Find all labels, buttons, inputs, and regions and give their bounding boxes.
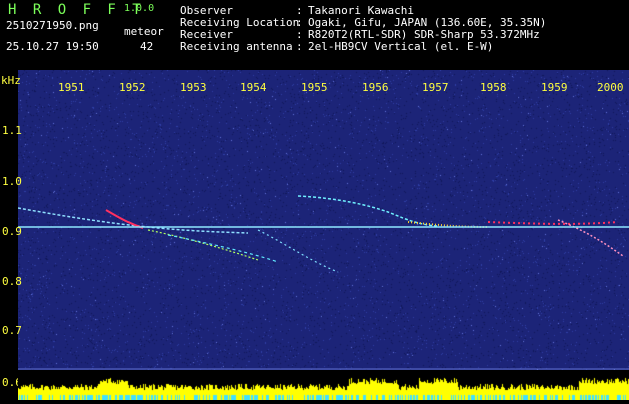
observer-label: Observer	[180, 4, 233, 17]
x-tick-label: 1953	[180, 81, 207, 94]
meteor-activity-histogram	[18, 376, 629, 400]
meteor-trace	[297, 195, 439, 227]
antenna-label: Receiving antenna	[180, 40, 293, 53]
meteor-trace	[147, 229, 259, 261]
receiver-label: Receiver	[180, 28, 233, 41]
antenna-separator: :	[296, 40, 303, 53]
observer-value: Takanori Kawachi	[308, 4, 414, 17]
antenna-value: 2el-HB9CV Vertical (el. E-W)	[308, 40, 494, 53]
file-name: 2510271950.png	[6, 19, 99, 32]
y-tick-label: 0.9	[2, 225, 22, 238]
x-tick-label: 1951	[58, 81, 85, 94]
x-tick-label: 1952	[119, 81, 146, 94]
x-tick-label: 1956	[362, 81, 389, 94]
meteor-trace	[18, 207, 249, 234]
x-tick-label: 2000	[597, 81, 624, 94]
location-label: Receiving Location	[180, 16, 300, 29]
y-tick-label: 1.0	[2, 175, 22, 188]
timestamp: 25.10.27 19:50	[6, 40, 99, 53]
y-tick-label: 0.7	[2, 324, 22, 337]
meteor-count: 42	[140, 40, 154, 53]
spectrogram-plot	[18, 70, 629, 370]
y-axis-unit: kHz	[1, 74, 21, 87]
x-tick-label: 1959	[541, 81, 568, 94]
x-tick-label: 1955	[301, 81, 328, 94]
receiver-separator: :	[296, 28, 303, 41]
meteor-trace	[105, 209, 144, 229]
meteor-label: meteor	[124, 25, 164, 38]
app-version: 1.0.0	[124, 3, 155, 14]
x-tick-label: 1958	[480, 81, 507, 94]
location-value: Ogaki, Gifu, JAPAN (136.60E, 35.35N)	[308, 16, 547, 29]
x-tick-label: 1954	[240, 81, 267, 94]
meteor-trace	[557, 219, 624, 257]
observer-separator: :	[296, 4, 303, 17]
spectrogram-traces	[18, 195, 629, 370]
meteor-trace	[257, 229, 339, 273]
meteor-trace	[487, 221, 619, 225]
y-tick-label: 1.1	[2, 124, 22, 137]
y-tick-label: 0.8	[2, 275, 22, 288]
x-tick-label: 1957	[422, 81, 449, 94]
meteor-activity-bar	[18, 376, 629, 400]
receiver-value: R820T2(RTL-SDR) SDR-Sharp 53.372MHz	[308, 28, 540, 41]
location-separator: :	[296, 16, 303, 29]
